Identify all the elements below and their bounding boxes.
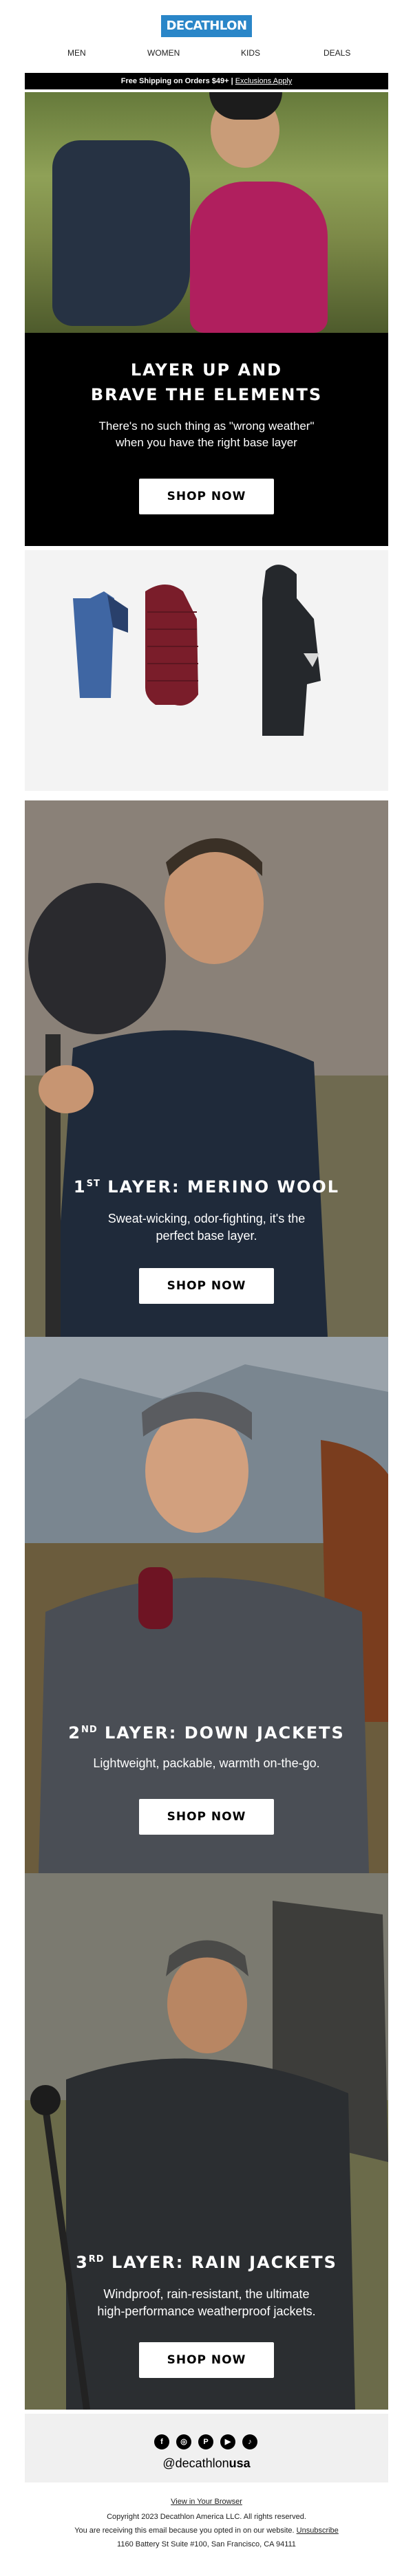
instagram-icon[interactable]: ◎	[176, 2434, 191, 2449]
quilted-jacket	[52, 140, 190, 326]
hero-text-block: LAYER UP AND BRAVE THE ELEMENTS There's …	[25, 333, 388, 546]
hero-title: LAYER UP AND BRAVE THE ELEMENTS	[90, 360, 323, 404]
woman-pink-shirt	[190, 182, 328, 333]
social-icons: f ◎ P ▶ ♪	[154, 2434, 259, 2451]
nav-men[interactable]: MEN	[67, 48, 86, 58]
product-illustrations	[73, 565, 321, 736]
rain-jacket	[262, 565, 321, 736]
social-handle[interactable]: @decathlonusa	[25, 2456, 388, 2471]
shipping-banner: Free Shipping on Orders $49+ | Exclusion…	[25, 73, 388, 89]
section-3-shop-now-button[interactable]: SHOP NOW	[139, 2342, 274, 2378]
section-2-title: 2ND LAYER: DOWN JACKETS	[68, 1723, 345, 1743]
exclusions-link[interactable]: Exclusions Apply	[235, 77, 293, 85]
nav-women[interactable]: WOMEN	[147, 48, 180, 58]
section-1-title: 1ST LAYER: MERINO WOOL	[73, 1177, 340, 1197]
tiktok-icon[interactable]: ♪	[242, 2434, 257, 2449]
section-rain-jackets[interactable]: 3RD LAYER: RAIN JACKETS Windproof, rain-…	[25, 1873, 388, 2410]
top-nav: MEN WOMEN KIDS DEALS	[0, 48, 413, 61]
unsubscribe-link[interactable]: Unsubscribe	[297, 2526, 339, 2535]
facebook-icon[interactable]: f	[154, 2434, 169, 2449]
nav-deals[interactable]: DEALS	[324, 48, 350, 58]
hiker-rain-jacket-photo	[25, 1873, 388, 2410]
pinterest-icon[interactable]: P	[198, 2434, 213, 2449]
address-text: 1160 Battery St Suite #100, San Francisc…	[117, 2540, 296, 2548]
section-2-shop-now-button[interactable]: SHOP NOW	[139, 1799, 274, 1835]
section-3-title: 3RD LAYER: RAIN JACKETS	[76, 2253, 337, 2272]
social-footer: f ◎ P ▶ ♪ @decathlonusa	[25, 2414, 388, 2482]
copyright-text: Copyright 2023 Decathlon America LLC. Al…	[107, 2513, 306, 2521]
hero-description: There's no such thing as "wrong weather"…	[98, 419, 315, 449]
down-jacket	[145, 585, 198, 706]
view-in-browser-link[interactable]: View in Your Browser	[0, 2498, 413, 2506]
optin-text: You are receiving this email because you…	[74, 2526, 339, 2535]
section-1-shop-now-button[interactable]: SHOP NOW	[139, 1268, 274, 1304]
section-2-description: Lightweight, packable, warmth on-the-go.	[93, 1756, 320, 1770]
email-header: DECATHLON MEN WOMEN KIDS DEALS	[0, 0, 413, 69]
section-merino-wool[interactable]: 1ST LAYER: MERINO WOOL Sweat-wicking, od…	[25, 800, 388, 1337]
hero-image[interactable]	[25, 92, 388, 333]
product-lineup[interactable]	[25, 550, 388, 791]
decathlon-logo[interactable]: DECATHLON	[161, 15, 252, 37]
hero-shop-now-button[interactable]: SHOP NOW	[139, 479, 274, 514]
woman-down-jacket-photo	[25, 1337, 388, 1873]
youtube-icon[interactable]: ▶	[220, 2434, 235, 2449]
merino-tshirt	[73, 591, 128, 698]
nav-kids[interactable]: KIDS	[241, 48, 260, 58]
section-1-description: Sweat-wicking, odor-fighting, it's the pe…	[107, 1212, 306, 1243]
section-down-jackets[interactable]: 2ND LAYER: DOWN JACKETS Lightweight, pac…	[25, 1337, 388, 1873]
section-3-description: Windproof, rain-resistant, the ultimate h…	[97, 2287, 316, 2318]
hiker-photo	[25, 800, 388, 1337]
shipping-text: Free Shipping on Orders $49+ |	[120, 77, 235, 85]
